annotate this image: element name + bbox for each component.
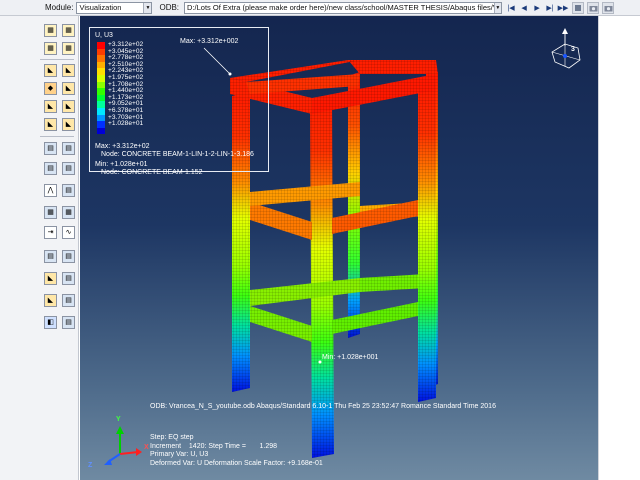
remove-selected-icon[interactable]: ▤ xyxy=(62,294,75,307)
display-group-manager-icon[interactable]: ▤ xyxy=(62,272,75,285)
legend-max-node: Node: CONCRETE BEAM-1-LIN-1-2-LIN-1-3.18… xyxy=(101,151,254,158)
legend-entry xyxy=(97,127,108,135)
animation-options-icon[interactable] xyxy=(572,1,585,14)
module-select-value: Visualization xyxy=(79,3,122,12)
animate-scale-factor-icon[interactable]: ▤ xyxy=(44,142,57,155)
play-icon[interactable]: ▶ xyxy=(531,2,543,14)
deformed-var-line: Deformed Var: U Deformation Scale Factor… xyxy=(150,459,323,467)
overlay-plot-icon[interactable]: ◣ xyxy=(62,100,75,113)
legend-swatch xyxy=(97,114,105,122)
legend-entry: +1.028e+01 xyxy=(97,121,143,128)
last-frame-icon[interactable]: ▶▶ xyxy=(557,2,569,14)
create-xy-data-icon[interactable]: ▦ xyxy=(62,206,75,219)
camera-icon[interactable] xyxy=(587,1,600,14)
increment-line: Increment 1420: Step Time = 1.298 xyxy=(150,442,278,450)
animate-harmonic-icon[interactable]: ▤ xyxy=(44,162,57,175)
legend-swatch xyxy=(97,81,105,89)
animation-options-tool-icon[interactable]: ▤ xyxy=(62,162,75,175)
plot-deformed-icon[interactable]: ▦ xyxy=(62,24,75,37)
view-cut-manager-icon[interactable]: ▤ xyxy=(62,184,75,197)
orientation-triad xyxy=(104,426,142,465)
primary-var-line: Primary Var: U, U3 xyxy=(150,451,209,459)
module-select[interactable]: Visualization ▼ xyxy=(76,1,153,14)
legend-swatch xyxy=(97,127,105,135)
contour-legend: U, U3 +3.312e+02 +3.045e+02 +2.778e+02 +2.5… xyxy=(89,27,269,176)
step-info: Step: EQ step Increment 1420: Step Time … xyxy=(150,434,323,468)
next-frame-icon[interactable]: ▶| xyxy=(544,2,556,14)
right-margin xyxy=(598,16,640,480)
previous-frame-icon[interactable]: ◀ xyxy=(518,2,530,14)
legend-min-value: Min: +1.028e+01 xyxy=(95,161,148,168)
max-marker-label: Max: +3.312e+002 xyxy=(180,38,239,45)
color-code-icon[interactable]: ◧ xyxy=(44,316,57,329)
replace-selected-icon[interactable]: ◣ xyxy=(44,294,57,307)
create-path-icon[interactable]: ⇥ xyxy=(44,226,57,239)
chevron-down-icon[interactable]: ▼ xyxy=(493,2,502,13)
query-icon[interactable]: ▤ xyxy=(44,250,57,263)
legend-min-node: Node: CONCRETE BEAM-1.152 xyxy=(101,169,203,176)
step-line: Step: EQ step xyxy=(150,434,194,441)
plot-contours-undeformed-icon[interactable]: ▦ xyxy=(44,42,57,55)
toolbox: ▦ ▦ ▦ ▦ ◣ ◣ ◆ ◣ ◣ ◣ ◣ ◣ ▤ ▤ ▤ ▤ ⋀ ▤ ▦ ▦ … xyxy=(0,16,79,480)
legend-swatch xyxy=(97,42,105,49)
plot-undeformed-icon[interactable]: ▦ xyxy=(44,24,57,37)
plot-contours-deformed-icon[interactable]: ▦ xyxy=(62,42,75,55)
module-label: Module: xyxy=(45,3,74,12)
legend-swatch xyxy=(97,55,105,62)
context-bar: Module: Visualization ▼ ODB: D:/Lots Of … xyxy=(0,0,640,16)
first-frame-icon[interactable]: |◀ xyxy=(505,2,517,14)
legend-max-value: Max: +3.312e+02 xyxy=(95,143,150,150)
legend-value: +1.028e+01 xyxy=(108,120,144,128)
odb-label: ODB: xyxy=(159,3,180,12)
viewport[interactable]: U, U3 +3.312e+02 +3.045e+02 +2.778e+02 +2.5… xyxy=(80,16,598,480)
legend-swatch xyxy=(97,121,105,128)
min-marker-label: Min: +1.028e+001 xyxy=(322,354,379,361)
plot-contours-icon[interactable]: ◆ xyxy=(44,82,57,95)
plot-material-orientations-icon[interactable]: ◣ xyxy=(62,64,75,77)
view-manager-icon[interactable]: ▤ xyxy=(62,316,75,329)
legend-title: U, U3 xyxy=(95,32,113,39)
legend-swatch xyxy=(97,94,105,102)
legend-swatch xyxy=(97,48,105,56)
movie-icon[interactable] xyxy=(602,1,615,14)
allow-multiple-plots-icon[interactable]: ◣ xyxy=(62,82,75,95)
xy-plot-icon[interactable]: ∿ xyxy=(62,226,75,239)
animate-time-history-icon[interactable]: ▤ xyxy=(62,142,75,155)
legend-swatch xyxy=(97,101,105,108)
superimpose-icon[interactable]: ◣ xyxy=(44,100,57,113)
display-group-icon[interactable]: ◣ xyxy=(44,272,57,285)
triad-x-label: X xyxy=(144,444,149,451)
legend-swatch xyxy=(97,88,105,95)
plot-contours-on-deformed-icon[interactable]: ◣ xyxy=(44,118,57,131)
view-cut-icon[interactable]: ⋀ xyxy=(44,184,57,197)
chevron-down-icon[interactable]: ▼ xyxy=(143,2,152,13)
plot-contours-options-icon[interactable]: ◣ xyxy=(62,118,75,131)
legend-swatch xyxy=(97,108,105,115)
legend-swatch xyxy=(97,61,105,69)
view-cube[interactable] xyxy=(551,28,581,69)
view-cube-label: 3 xyxy=(571,46,575,53)
create-field-output-icon[interactable]: ▦ xyxy=(44,206,57,219)
legend-swatch xyxy=(97,68,105,75)
plot-symbols-icon[interactable]: ◣ xyxy=(44,64,57,77)
odb-select-value: D:/Lots Of Extra (please make order here… xyxy=(187,3,494,12)
legend-swatch xyxy=(97,75,105,82)
odb-info-text: ODB: Vrancea_N_S_youtube.odb Abaqus/Stan… xyxy=(150,403,496,410)
triad-y-label: Y xyxy=(116,416,121,423)
report-icon[interactable]: ▤ xyxy=(62,250,75,263)
odb-select[interactable]: D:/Lots Of Extra (please make order here… xyxy=(184,1,503,14)
triad-z-label: Z xyxy=(88,462,93,469)
